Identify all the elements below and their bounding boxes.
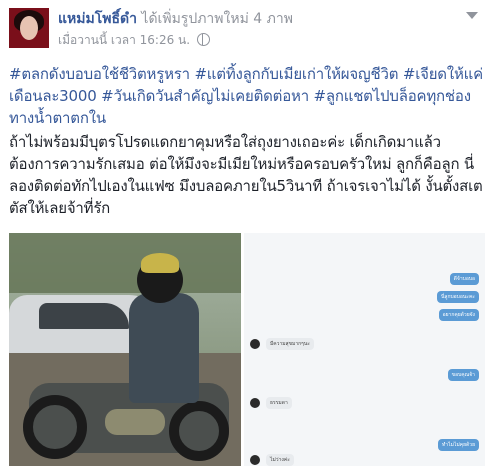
photo-helmet-top xyxy=(141,253,179,273)
globe-icon[interactable] xyxy=(196,33,210,46)
chat-message-right: นี่ลูกบอบอนะคะ xyxy=(437,291,479,303)
chevron-down-icon[interactable] xyxy=(466,12,478,19)
chat-message-right: อยากคุยด้วยจัง xyxy=(438,309,479,321)
photo-rear-wheel xyxy=(169,401,229,461)
chat-avatar xyxy=(250,455,260,465)
chat-message-right: ทำไมไม่คุยด้วย xyxy=(438,439,479,451)
avatar-face xyxy=(20,16,38,40)
photo-car-window xyxy=(39,303,129,329)
post-hashtags[interactable]: #ตลกดังบอบอใช้ชีวิตหรูหรา #แต่ทิ้งลูกกับ… xyxy=(9,63,485,129)
chat-message-right: ขอบคุณจ้า xyxy=(447,369,479,381)
photo-fuel-tank xyxy=(105,409,165,435)
author-name[interactable]: แหม่มโพธิ์ดำ xyxy=(58,11,137,27)
chat-message-left: มีความสุขมากๆนะ xyxy=(266,338,314,350)
photo-front-wheel xyxy=(23,395,87,459)
photo-trees xyxy=(9,233,241,293)
post-action: ได้เพิ่มรูปภาพใหม่ 4 ภาพ xyxy=(141,11,293,27)
chat-message-right: ดีจ้าบอบอ xyxy=(449,273,479,285)
post-body: ถ้าไม่พร้อมมีบุตรโปรดแดกยาคุมหรือใส่ถุงย… xyxy=(9,133,483,217)
chat-message-left: ธรรมดา xyxy=(266,397,292,409)
facebook-post: แหม่มโพธิ์ดำ ได้เพิ่มรูปภาพใหม่ 4 ภาพ เม… xyxy=(0,0,492,466)
chat-avatar xyxy=(250,339,260,349)
post-meta: เมื่อวานนี้ เวลา 16:26 น. xyxy=(58,31,210,50)
avatar[interactable] xyxy=(9,8,49,48)
post-header: แหม่มโพธิ์ดำ ได้เพิ่มรูปภาพใหม่ 4 ภาพ xyxy=(58,8,293,30)
photo-rider xyxy=(129,293,199,403)
photo-motorcycle[interactable] xyxy=(9,233,241,466)
chat-avatar xyxy=(250,398,260,408)
chat-message-left: ไม่ว่างค่ะ xyxy=(266,454,294,466)
post-timestamp[interactable]: เมื่อวานนี้ เวลา 16:26 น. xyxy=(58,33,190,47)
photo-chat-screenshot[interactable]: ดีจ้าบอบอ นี่ลูกบอบอนะคะ อยากคุยด้วยจัง … xyxy=(244,233,485,466)
